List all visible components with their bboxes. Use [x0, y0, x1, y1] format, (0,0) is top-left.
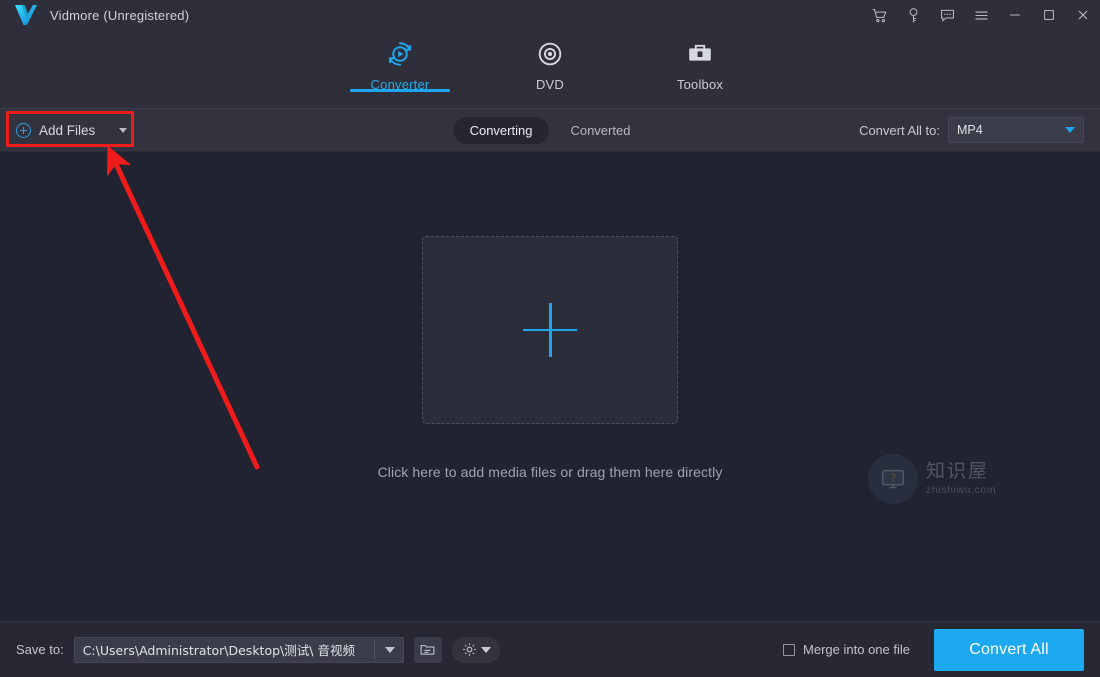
- dropzone-hint-text: Click here to add media files or drag th…: [377, 463, 723, 480]
- window-controls: [862, 0, 1100, 30]
- app-title: Vidmore (Unregistered): [50, 7, 190, 23]
- dvd-disc-icon: [535, 36, 565, 72]
- add-files-label: Add Files: [39, 122, 96, 138]
- add-files-button[interactable]: Add Files: [16, 116, 131, 144]
- output-format-select[interactable]: MP4: [948, 117, 1084, 143]
- save-to-label: Save to:: [16, 642, 64, 657]
- tab-converted[interactable]: Converted: [554, 117, 646, 144]
- merge-checkbox-box[interactable]: [783, 643, 796, 656]
- toolbox-icon: [685, 36, 715, 72]
- vidmore-window: Vidmore (Unregistered) Converter DVD Too…: [0, 0, 1100, 677]
- path-divider: [373, 640, 375, 659]
- merge-into-one-file-checkbox[interactable]: Merge into one file: [783, 642, 910, 657]
- convert-all-button[interactable]: Convert All: [934, 628, 1084, 671]
- plus-icon: [523, 302, 577, 357]
- merge-into-one-file-label: Merge into one file: [803, 642, 910, 657]
- converter-icon: [385, 36, 415, 72]
- tab-toolbox[interactable]: Toolbox: [654, 30, 746, 92]
- title-bar: Vidmore (Unregistered): [0, 0, 1100, 30]
- monitor-question-icon: ?: [868, 454, 918, 504]
- tab-dvd[interactable]: DVD: [504, 30, 596, 92]
- vidmore-check-logo-icon: [15, 5, 37, 25]
- feedback-icon[interactable]: [930, 0, 964, 30]
- save-path-value: C:\Users\Administrator\Desktop\测试\ 音视频: [82, 643, 355, 658]
- main-nav: Converter DVD Toolbox: [0, 30, 1100, 108]
- svg-text:?: ?: [890, 472, 896, 485]
- save-path-input[interactable]: C:\Users\Administrator\Desktop\测试\ 音视频: [73, 636, 404, 663]
- file-list-canvas: Click here to add media files or drag th…: [0, 152, 1100, 621]
- tab-converter[interactable]: Converter: [350, 30, 450, 92]
- watermark: ? 知识屋 zhishiwu.com: [868, 454, 996, 504]
- browse-folder-button[interactable]: [413, 636, 442, 663]
- close-icon[interactable]: [1066, 0, 1100, 30]
- convert-all-to-group: Convert All to: MP4: [859, 117, 1084, 143]
- convert-all-to-label: Convert All to:: [859, 122, 940, 138]
- format-chevron-down-icon: [1065, 127, 1075, 133]
- menu-icon[interactable]: [964, 0, 998, 30]
- watermark-en-label: zhishiwu.com: [926, 483, 997, 496]
- add-files-chevron-down-icon[interactable]: [119, 127, 128, 133]
- maximize-icon[interactable]: [1032, 0, 1066, 30]
- dropzone-group: Click here to add media files or drag th…: [377, 235, 723, 480]
- tab-converting[interactable]: Converting: [453, 116, 549, 144]
- settings-chevron-down-icon: [480, 646, 491, 653]
- plus-circle-icon: [16, 122, 31, 138]
- tab-toolbox-label: Toolbox: [676, 77, 724, 92]
- cart-icon[interactable]: [862, 0, 896, 30]
- key-icon[interactable]: [896, 0, 930, 30]
- folder-icon: [420, 645, 435, 655]
- converting-converted-tabs: Converting Converted: [453, 116, 647, 144]
- output-settings-button[interactable]: [451, 636, 500, 663]
- bottom-bar: Save to: C:\Users\Administrator\Desktop\…: [0, 621, 1100, 677]
- converter-toolbar: Add Files Converting Converted Convert A…: [0, 108, 1100, 152]
- active-tab-underline: [350, 89, 450, 92]
- minimize-icon[interactable]: [998, 0, 1032, 30]
- output-format-value: MP4: [957, 123, 983, 137]
- tab-dvd-label: DVD: [535, 77, 565, 92]
- gear-icon: [462, 643, 476, 656]
- app-logo: [8, 0, 44, 30]
- watermark-text: 知识屋 zhishiwu.com: [926, 460, 997, 496]
- watermark-cn-label: 知识屋: [926, 460, 990, 483]
- add-media-dropzone[interactable]: [422, 235, 678, 424]
- path-chevron-down-icon[interactable]: [384, 646, 395, 653]
